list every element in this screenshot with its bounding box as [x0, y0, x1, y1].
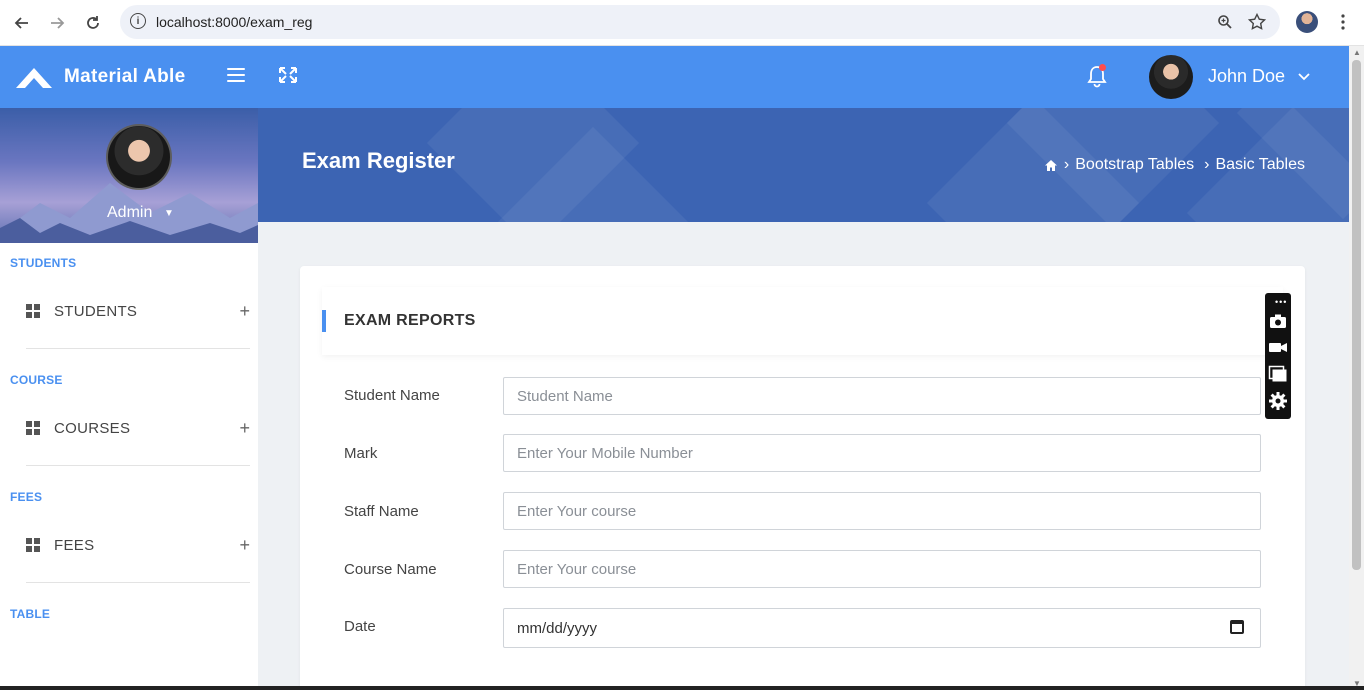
breadcrumb-item[interactable]: Basic Tables	[1215, 156, 1305, 174]
home-icon[interactable]	[1044, 159, 1058, 172]
url-text: localhost:8000/exam_reg	[156, 14, 313, 30]
caret-down-icon[interactable]: ▼	[164, 208, 174, 219]
menu-toggle-icon[interactable]	[227, 68, 245, 82]
sidebar-item-fees[interactable]: FEES +	[26, 525, 250, 565]
scroll-up-icon[interactable]: ▲	[1353, 48, 1361, 57]
scroll-thumb[interactable]	[1352, 60, 1361, 570]
fullscreen-icon[interactable]	[278, 66, 298, 84]
user-name[interactable]: John Doe	[1208, 66, 1285, 87]
address-bar[interactable]: i localhost:8000/exam_reg	[120, 5, 1280, 39]
app-header: Material Able John Doe	[0, 46, 1349, 108]
back-arrow-icon[interactable]	[10, 11, 34, 35]
chevron-down-icon[interactable]	[1298, 70, 1310, 84]
site-info-icon[interactable]: i	[130, 13, 146, 29]
window-capture-icon[interactable]	[1268, 364, 1288, 384]
divider	[26, 582, 250, 583]
video-camera-icon[interactable]	[1268, 337, 1288, 357]
page-title: Exam Register	[302, 148, 455, 173]
section-label-fees: FEES	[10, 490, 43, 504]
reload-icon[interactable]	[81, 11, 105, 35]
student-name-label: Student Name	[344, 387, 440, 404]
breadcrumb-item[interactable]: Bootstrap Tables	[1075, 156, 1194, 174]
profile-name[interactable]: Admin	[107, 204, 152, 222]
card-title: EXAM REPORTS	[344, 312, 476, 329]
date-input[interactable]: mm/dd/yyyy	[503, 608, 1261, 648]
profile-avatar[interactable]	[106, 124, 172, 190]
bookmark-star-icon[interactable]	[1246, 11, 1268, 33]
grid-icon	[26, 421, 40, 435]
brand-name: Material Able	[64, 66, 186, 87]
notification-bell-icon[interactable]	[1086, 64, 1108, 88]
grid-icon	[26, 538, 40, 552]
page-title-band: Exam Register › Bootstrap Tables › Basic…	[258, 108, 1349, 222]
user-avatar[interactable]	[1149, 55, 1193, 99]
breadcrumb-separator: ›	[1204, 156, 1210, 173]
grid-icon	[26, 304, 40, 318]
camera-icon[interactable]	[1268, 311, 1288, 331]
divider	[26, 348, 250, 349]
mark-input[interactable]	[503, 434, 1261, 472]
section-label-table: TABLE	[10, 607, 51, 621]
logo-mark-icon	[14, 64, 54, 90]
expand-plus-icon[interactable]: +	[239, 418, 250, 439]
sidebar-item-label: FEES	[54, 536, 95, 554]
student-name-input[interactable]	[503, 377, 1261, 415]
section-label-students: STUDENTS	[10, 256, 77, 270]
date-value: mm/dd/yyyy	[517, 619, 598, 637]
card-accent-bar	[322, 310, 326, 332]
section-label-course: COURSE	[10, 373, 63, 387]
divider	[26, 465, 250, 466]
more-dots-icon[interactable]: •••	[1275, 297, 1287, 307]
staff-name-input[interactable]	[503, 492, 1261, 530]
profile-banner: Admin ▼	[0, 108, 258, 243]
calendar-icon[interactable]	[1230, 620, 1244, 634]
exam-form-card: EXAM REPORTS Student Name Mark Staff Nam…	[300, 266, 1305, 690]
zoom-icon[interactable]	[1214, 11, 1236, 33]
profile-avatar-icon[interactable]	[1296, 11, 1318, 33]
sidebar-item-label: COURSES	[54, 419, 131, 437]
expand-plus-icon[interactable]: +	[239, 301, 250, 322]
breadcrumb: › Bootstrap Tables › Basic Tables	[1044, 156, 1305, 174]
brand-logo[interactable]: Material Able	[14, 64, 185, 90]
sidebar-item-courses[interactable]: COURSES +	[26, 408, 250, 448]
date-label: Date	[344, 618, 376, 635]
taskbar-edge	[0, 686, 1364, 690]
staff-name-label: Staff Name	[344, 503, 419, 520]
sidebar-item-label: STUDENTS	[54, 302, 138, 320]
breadcrumb-separator: ›	[1063, 156, 1070, 173]
sidebar: Admin ▼ STUDENTS STUDENTS + COURSE COURS…	[0, 108, 258, 690]
sidebar-item-students[interactable]: STUDENTS +	[26, 291, 250, 331]
notification-dot	[1099, 64, 1106, 71]
page-scrollbar[interactable]: ▲ ▼	[1349, 46, 1364, 690]
browser-menu-icon[interactable]	[1332, 11, 1354, 33]
expand-plus-icon[interactable]: +	[239, 535, 250, 556]
course-name-label: Course Name	[344, 561, 437, 578]
settings-gear-icon[interactable]	[1268, 391, 1288, 411]
forward-arrow-icon[interactable]	[45, 11, 69, 35]
browser-toolbar: i localhost:8000/exam_reg	[0, 0, 1364, 46]
capture-toolbar: •••	[1265, 293, 1291, 419]
course-name-input[interactable]	[503, 550, 1261, 588]
mark-label: Mark	[344, 445, 378, 462]
card-header: EXAM REPORTS	[322, 287, 1283, 355]
